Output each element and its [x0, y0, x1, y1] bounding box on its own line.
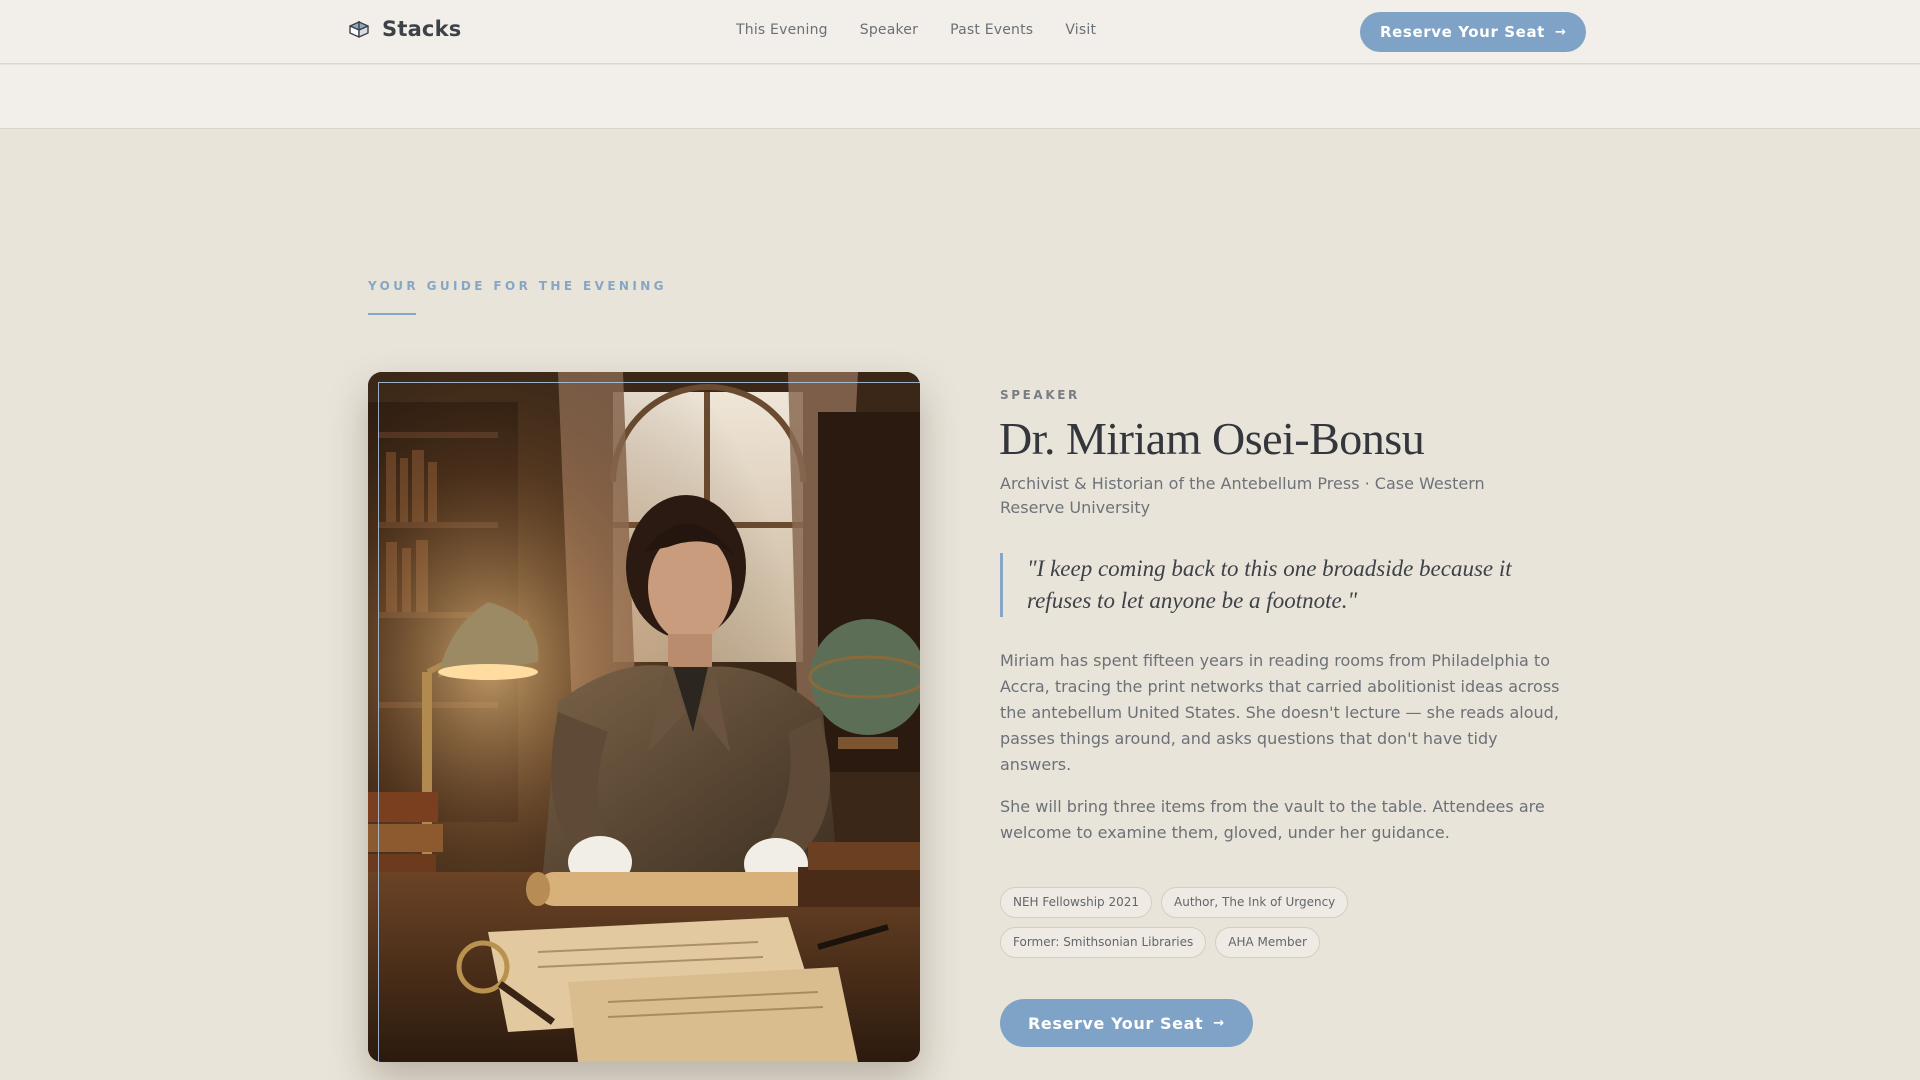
speaker-bio-paragraph: She will bring three items from the vaul… [1000, 797, 1545, 842]
nav-link-this-evening[interactable]: This Evening [736, 22, 828, 38]
brand-name: Stacks [382, 17, 462, 41]
speaker-affiliation: Archivist & Historian of the Antebellum … [1000, 474, 1485, 517]
eyebrow-divider [368, 313, 416, 315]
secondary-band [0, 65, 1920, 129]
arrow-right-icon: → [1554, 24, 1567, 40]
speaker-name: Dr. Miriam Osei-Bonsu [999, 413, 1425, 464]
top-nav-bar: Stacks This Evening Speaker Past Events … [0, 0, 1920, 64]
reserve-seat-label: Reserve Your Seat [1028, 1013, 1204, 1033]
credential-tags: NEH Fellowship 2021 Author, The Ink of U… [1000, 887, 1400, 958]
credential-tag: NEH Fellowship 2021 [1000, 887, 1153, 918]
brand-logo-link[interactable]: Stacks [348, 17, 461, 41]
reserve-seat-button[interactable]: Reserve Your Seat → [1000, 999, 1253, 1047]
header-reserve-seat-button[interactable]: Reserve Your Seat → [1360, 12, 1587, 52]
speaker-role-label: SPEAKER [1000, 388, 1080, 402]
credential-tag: Former: Smithsonian Libraries [1000, 927, 1207, 958]
speaker-bio-paragraph: Miriam has spent fifteen years in readin… [1000, 651, 1560, 774]
main-nav: This Evening Speaker Past Events Visit [736, 22, 1096, 38]
credential-tag: Author, The Ink of Urgency [1161, 887, 1349, 918]
section-eyebrow: YOUR GUIDE FOR THE EVENING [368, 279, 667, 293]
book-stack-icon [349, 21, 369, 38]
nav-link-speaker[interactable]: Speaker [860, 22, 918, 38]
credential-tag: AHA Member [1215, 927, 1320, 958]
header-reserve-seat-label: Reserve Your Seat [1380, 23, 1545, 41]
arrow-right-icon: → [1213, 1015, 1225, 1031]
speaker-quote: "I keep coming back to this one broadsid… [1000, 553, 1560, 617]
speaker-portrait-image [368, 372, 920, 1062]
nav-link-visit[interactable]: Visit [1065, 22, 1096, 38]
nav-link-past-events[interactable]: Past Events [950, 22, 1033, 38]
